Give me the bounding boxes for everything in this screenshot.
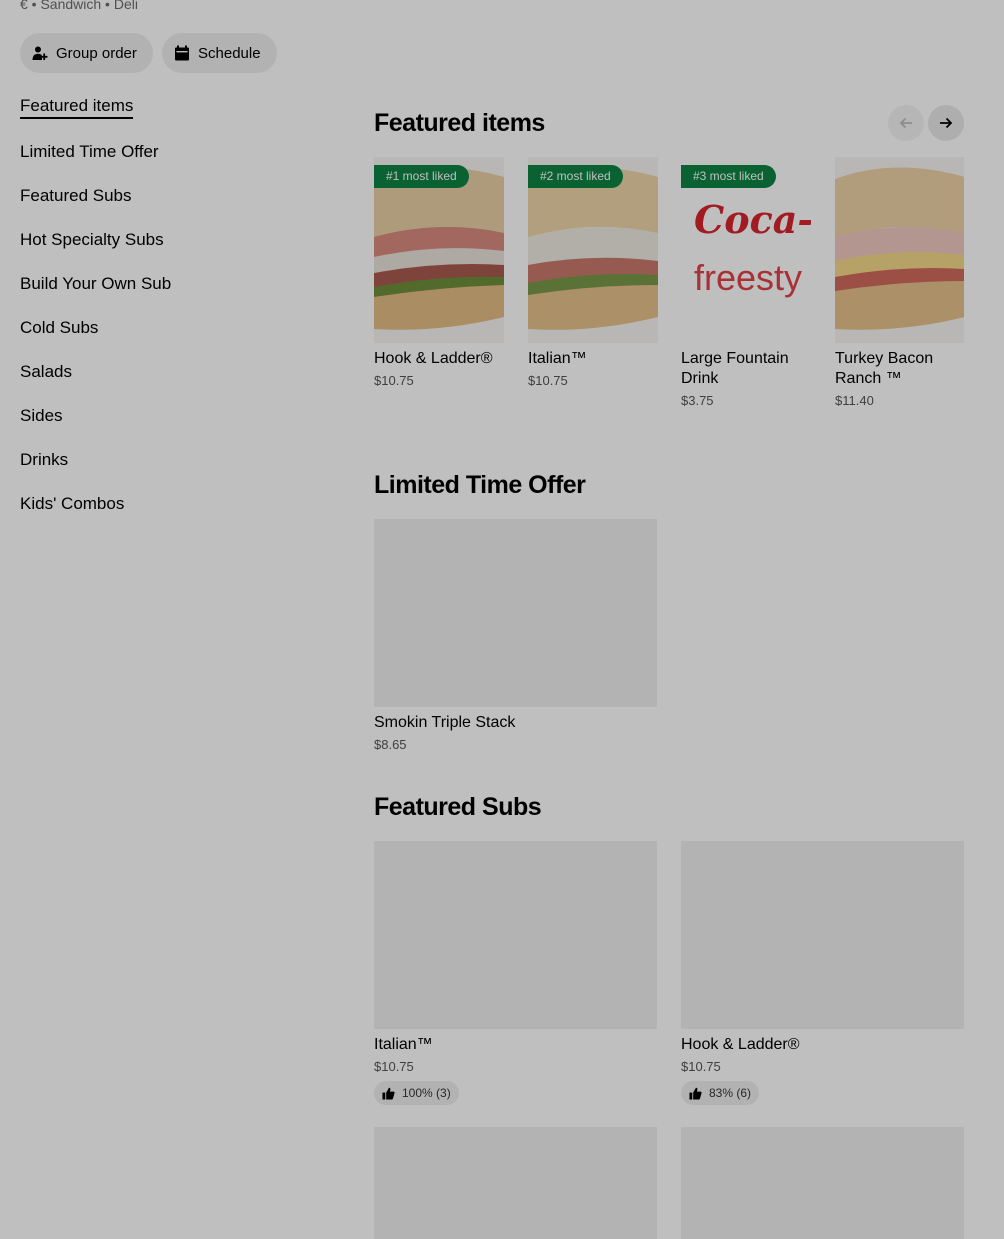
modal-backdrop-overlay[interactable] bbox=[0, 0, 1004, 1239]
